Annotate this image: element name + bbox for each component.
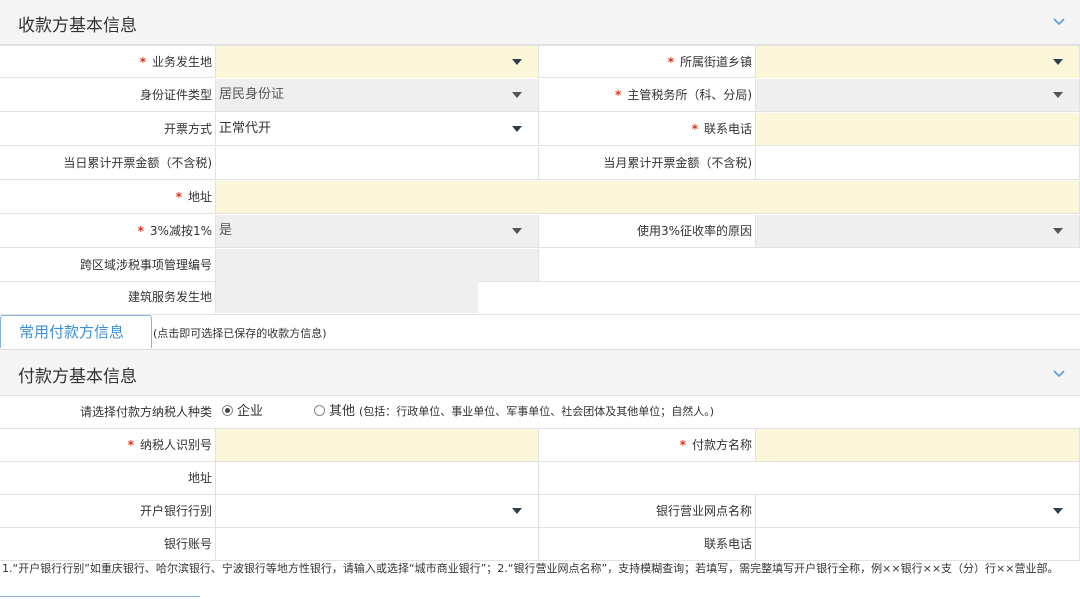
cross-region-input[interactable]	[215, 249, 539, 281]
chevron-down-icon[interactable]	[1052, 17, 1066, 27]
radio-enterprise[interactable]: 企业	[222, 396, 263, 428]
radio-selected-icon	[222, 405, 233, 416]
invoice-method-label: 开票方式	[163, 122, 212, 136]
footnote: 1.“开户银行行别”如重庆银行、哈尔滨银行、宁波银行等地方性银行，请输入或选择“…	[2, 562, 1059, 575]
dropdown-caret-icon	[1053, 228, 1063, 234]
payer-section-title: 付款方基本信息	[18, 367, 137, 387]
form-row: 身份证件类型 居民身份证 * 主管税务所（科、分局)	[0, 79, 1080, 112]
id-type-label: 身份证件类型	[139, 88, 212, 102]
construction-location-label: 建筑服务发生地	[127, 290, 212, 304]
divider	[0, 596, 200, 597]
payee-section-header[interactable]: 收款方基本信息	[0, 0, 1080, 45]
form-row: 建筑服务发生地	[0, 281, 1080, 314]
form-row: 地址	[0, 462, 1080, 495]
phone-label: * 联系电话	[691, 122, 752, 136]
payer-phone-input[interactable]	[755, 528, 1080, 560]
form-row: * 3%减按1% 是 使用3%征收率的原因	[0, 215, 1080, 248]
taxpayer-type-label: 请选择付款方纳税人种类	[79, 405, 212, 419]
dropdown-caret-icon	[512, 228, 522, 234]
form-row: * 地址	[0, 181, 1080, 214]
month-total-label: 当月累计开票金额（不含税)	[603, 156, 752, 170]
divider	[0, 314, 1080, 315]
form-row: * 纳税人识别号 * 付款方名称	[0, 429, 1080, 462]
account-input[interactable]	[215, 528, 539, 560]
taxpayer-id-label: * 纳税人识别号	[127, 438, 212, 452]
payer-address-label: 地址	[187, 471, 212, 485]
radio-unselected-icon	[314, 405, 325, 416]
dropdown-caret-icon	[1053, 508, 1063, 514]
phone-input[interactable]	[755, 113, 1080, 145]
tax-office-select[interactable]	[755, 79, 1080, 111]
chevron-down-icon[interactable]	[1052, 369, 1066, 379]
dropdown-caret-icon	[1053, 92, 1063, 98]
subdistrict-select[interactable]	[755, 46, 1080, 78]
bank-type-select[interactable]	[215, 495, 539, 527]
address-label: * 地址	[175, 190, 212, 204]
subdistrict-label: * 所属街道乡镇	[667, 55, 752, 69]
dropdown-caret-icon	[512, 508, 522, 514]
payee-section-title: 收款方基本信息	[18, 16, 137, 36]
bank-branch-label: 银行营业网点名称	[655, 504, 752, 518]
reduction-select[interactable]: 是	[215, 215, 539, 247]
dropdown-caret-icon	[512, 126, 522, 132]
id-type-select[interactable]: 居民身份证	[215, 79, 539, 111]
cross-region-label: 跨区域涉税事项管理编号	[79, 258, 212, 272]
month-total-input[interactable]	[755, 147, 1080, 179]
form-row: 当日累计开票金额（不含税) 当月累计开票金额（不含税)	[0, 147, 1080, 180]
reduction-label: * 3%减按1%	[137, 224, 212, 238]
radio-other[interactable]: 其他 (包括：行政单位、事业单位、军事单位、社会团体及其他单位；自然人。)	[314, 396, 714, 428]
day-total-label: 当日累计开票金额（不含税)	[63, 156, 212, 170]
payer-address-input[interactable]	[215, 462, 539, 494]
payer-section-header[interactable]: 付款方基本信息	[0, 349, 1080, 396]
form-row: 请选择付款方纳税人种类 企业 其他 (包括：行政单位、事业单位、军事单位、社会团体…	[0, 396, 1080, 429]
business-location-label: * 业务发生地	[139, 55, 212, 69]
payer-name-input[interactable]	[755, 429, 1080, 461]
form-row: 开票方式 正常代开 * 联系电话	[0, 113, 1080, 146]
bank-branch-select[interactable]	[755, 495, 1080, 527]
address-input[interactable]	[215, 181, 1080, 213]
dropdown-caret-icon	[512, 59, 522, 65]
dropdown-caret-icon	[512, 92, 522, 98]
bank-type-label: 开户银行行别	[139, 504, 212, 518]
tax-office-label: * 主管税务所（科、分局)	[615, 88, 752, 102]
form-row: 跨区域涉税事项管理编号	[0, 249, 1080, 282]
business-location-select[interactable]	[215, 46, 539, 78]
taxpayer-id-input[interactable]	[215, 429, 539, 461]
form-row: 开户银行行别 银行营业网点名称	[0, 495, 1080, 528]
account-label: 银行账号	[163, 537, 212, 551]
invoice-method-select[interactable]: 正常代开	[215, 113, 539, 145]
reason-select[interactable]	[755, 215, 1080, 247]
form-row: * 业务发生地 * 所属街道乡镇	[0, 45, 1080, 78]
payer-button-hint: (点击即可选择已保存的收款方信息)	[153, 327, 327, 340]
reason-label: 使用3%征收率的原因	[636, 224, 752, 238]
payer-name-label: * 付款方名称	[679, 438, 752, 452]
construction-location-input[interactable]	[215, 281, 478, 313]
day-total-input[interactable]	[215, 147, 539, 179]
dropdown-caret-icon	[1053, 59, 1063, 65]
empty-cell	[539, 462, 1080, 494]
common-payer-button[interactable]: 常用付款方信息	[0, 315, 152, 348]
payer-phone-label: 联系电话	[703, 537, 752, 551]
form-row: 银行账号 联系电话	[0, 528, 1080, 561]
